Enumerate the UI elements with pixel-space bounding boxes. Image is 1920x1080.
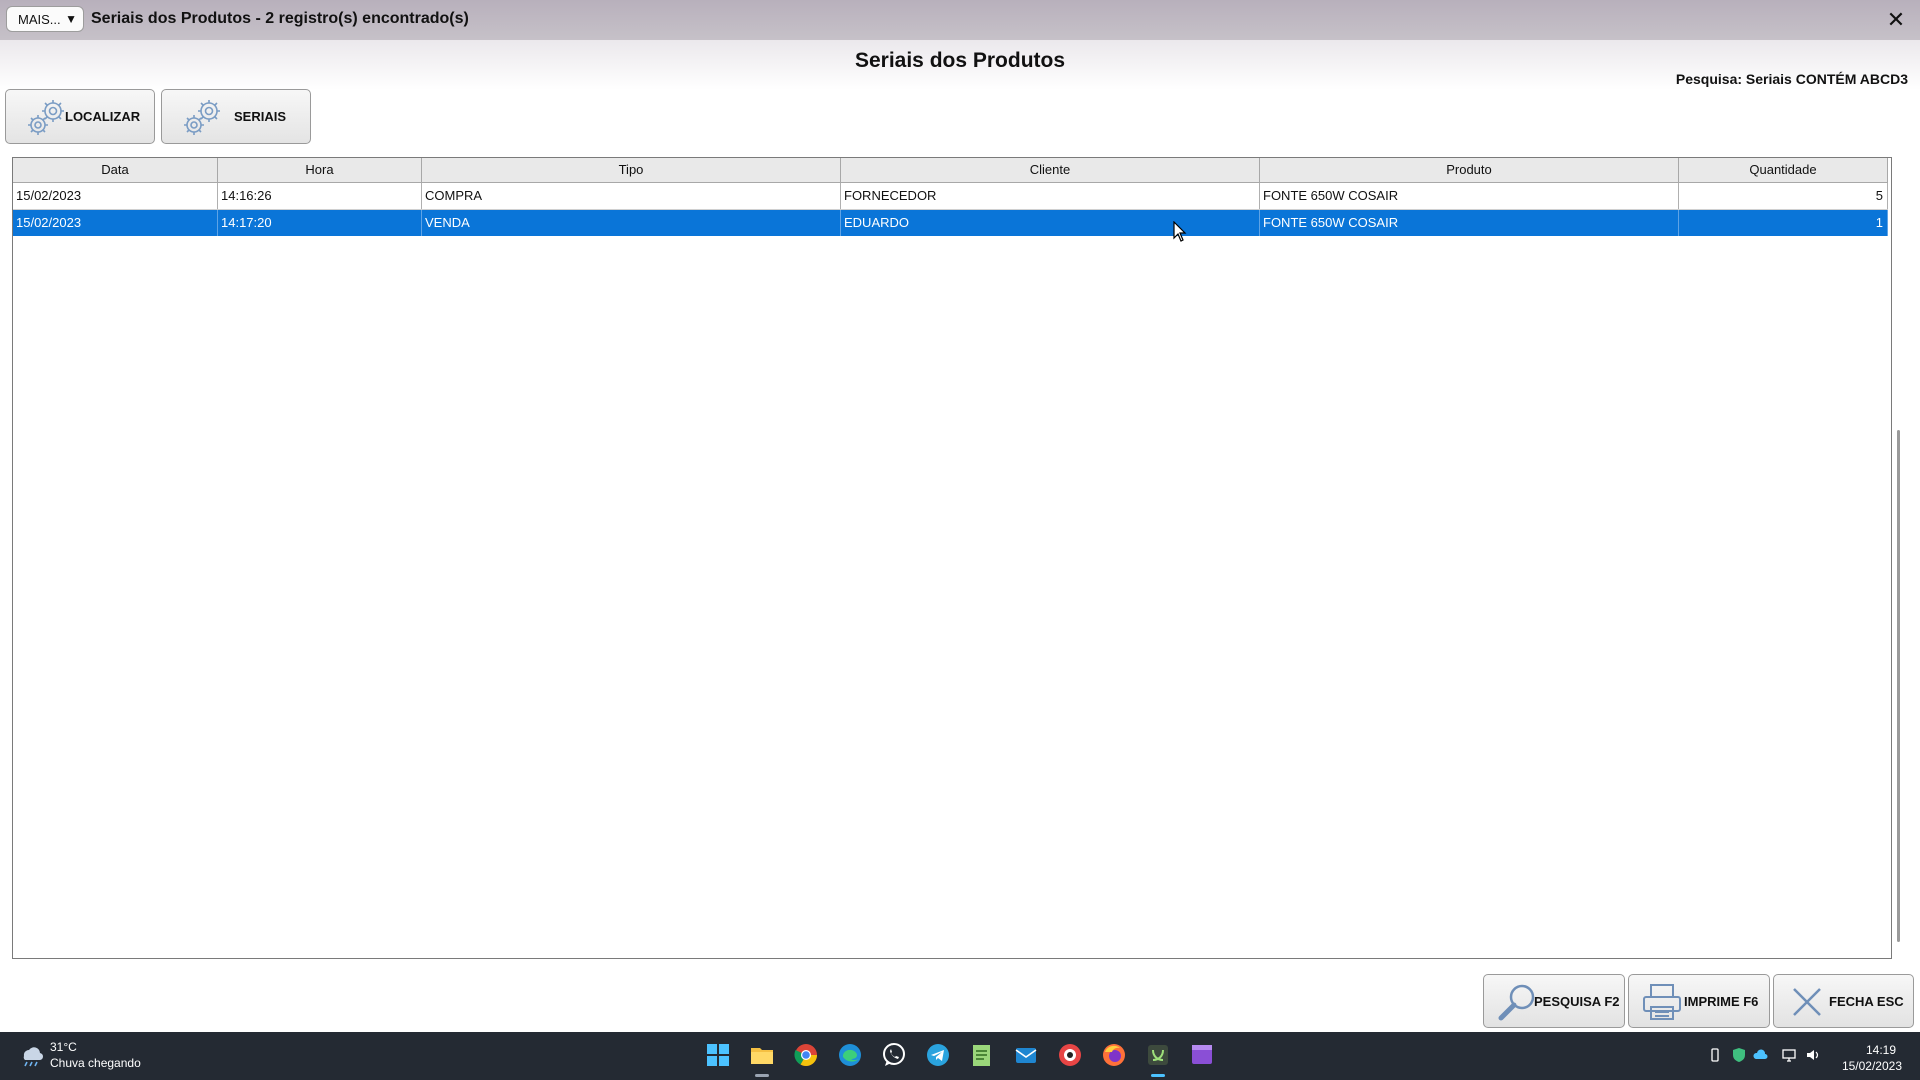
- shield-icon[interactable]: [1731, 1047, 1747, 1063]
- cell-data: 15/02/2023: [13, 183, 218, 209]
- localizar-label: LOCALIZAR: [65, 109, 141, 124]
- column-header-hora[interactable]: Hora: [218, 158, 422, 182]
- gear-icon: [184, 100, 220, 135]
- fecha-label: FECHA ESC: [1829, 994, 1904, 1009]
- cell-cliente: EDUARDO: [841, 210, 1260, 236]
- windows-start-icon[interactable]: [705, 1042, 731, 1068]
- cell-quantidade: 1: [1679, 210, 1888, 236]
- table-row-selected[interactable]: 15/02/2023 14:17:20 VENDA EDUARDO FONTE …: [13, 210, 1888, 236]
- cell-produto: FONTE 650W COSAIR: [1260, 210, 1679, 236]
- pesquisa-label: PESQUISA F2: [1534, 994, 1620, 1009]
- mouse-cursor-icon: [1173, 221, 1187, 242]
- search-icon: [1498, 984, 1535, 1021]
- video-editor-icon[interactable]: [1189, 1042, 1215, 1068]
- title-bar: MAIS... ▼ Seriais dos Produtos - 2 regis…: [0, 0, 1920, 40]
- cell-quantidade: 5: [1679, 183, 1888, 209]
- column-header-produto[interactable]: Produto: [1260, 158, 1679, 182]
- cell-data: 15/02/2023: [13, 210, 218, 236]
- column-header-tipo[interactable]: Tipo: [422, 158, 841, 182]
- firefox-icon[interactable]: [1101, 1042, 1127, 1068]
- column-header-quantidade[interactable]: Quantidade: [1679, 158, 1888, 182]
- seriais-button[interactable]: SERIAIS: [161, 89, 311, 144]
- active-app-indicator: [755, 1074, 769, 1077]
- usb-icon[interactable]: [1707, 1047, 1723, 1063]
- mais-menu-label: MAIS...: [18, 11, 61, 27]
- chevron-down-icon: ▼: [65, 12, 77, 26]
- close-icon[interactable]: ✕: [1882, 6, 1910, 34]
- vertical-scrollbar[interactable]: [1897, 430, 1900, 942]
- taskbar: 31°C Chuva chegando 14:19 15/02/2023: [0, 1032, 1920, 1080]
- printer-icon: [1643, 984, 1681, 1020]
- edge-icon[interactable]: [837, 1042, 863, 1068]
- fecha-button[interactable]: FECHA ESC: [1773, 974, 1914, 1028]
- imprime-label: IMPRIME F6: [1684, 994, 1759, 1009]
- clock-date[interactable]: 15/02/2023: [1842, 1059, 1902, 1073]
- cell-tipo: COMPRA: [422, 183, 841, 209]
- window-title: Seriais dos Produtos - 2 registro(s) enc…: [91, 10, 469, 27]
- weather-temperature[interactable]: 31°C: [50, 1040, 77, 1054]
- app-icon[interactable]: [1057, 1042, 1083, 1068]
- seriais-label: SERIAIS: [234, 109, 287, 124]
- table-row[interactable]: 15/02/2023 14:16:26 COMPRA FORNECEDOR FO…: [13, 183, 1888, 209]
- close-icon: [1793, 988, 1821, 1016]
- cell-hora: 14:16:26: [218, 183, 422, 209]
- cell-hora: 14:17:20: [218, 210, 422, 236]
- column-header-cliente[interactable]: Cliente: [841, 158, 1260, 182]
- page-title: Seriais dos Produtos: [854, 49, 1066, 72]
- cloud-icon[interactable]: [1753, 1047, 1769, 1063]
- telegram-icon[interactable]: [925, 1042, 951, 1068]
- search-criteria-label: Pesquisa: Seriais CONTÉM ABCD3: [1675, 71, 1908, 87]
- chrome-icon[interactable]: [793, 1042, 819, 1068]
- clock-time[interactable]: 14:19: [1866, 1043, 1896, 1057]
- whatsapp-icon[interactable]: [881, 1042, 907, 1068]
- active-app-indicator: [1151, 1074, 1165, 1077]
- localizar-button[interactable]: LOCALIZAR: [5, 89, 155, 144]
- gear-icon: [28, 100, 64, 135]
- mail-icon[interactable]: [1013, 1042, 1039, 1068]
- weather-description[interactable]: Chuva chegando: [50, 1056, 141, 1070]
- mais-menu-button[interactable]: MAIS... ▼: [6, 6, 84, 32]
- erp-app-icon[interactable]: [1145, 1042, 1171, 1068]
- cell-produto: FONTE 650W COSAIR: [1260, 183, 1679, 209]
- cell-tipo: VENDA: [422, 210, 841, 236]
- file-explorer-icon[interactable]: [749, 1042, 775, 1068]
- cell-cliente: FORNECEDOR: [841, 183, 1260, 209]
- imprime-button[interactable]: IMPRIME F6: [1628, 974, 1770, 1028]
- data-grid[interactable]: Data Hora Tipo Cliente Produto Quantidad…: [12, 157, 1892, 959]
- column-header-data[interactable]: Data: [13, 158, 218, 182]
- network-icon[interactable]: [1781, 1047, 1797, 1063]
- pesquisa-button[interactable]: PESQUISA F2: [1483, 974, 1625, 1028]
- grid-header: Data Hora Tipo Cliente Produto Quantidad…: [13, 158, 1888, 183]
- notepad-icon[interactable]: [969, 1042, 995, 1068]
- rain-cloud-icon[interactable]: [18, 1042, 44, 1068]
- volume-icon[interactable]: [1805, 1047, 1821, 1063]
